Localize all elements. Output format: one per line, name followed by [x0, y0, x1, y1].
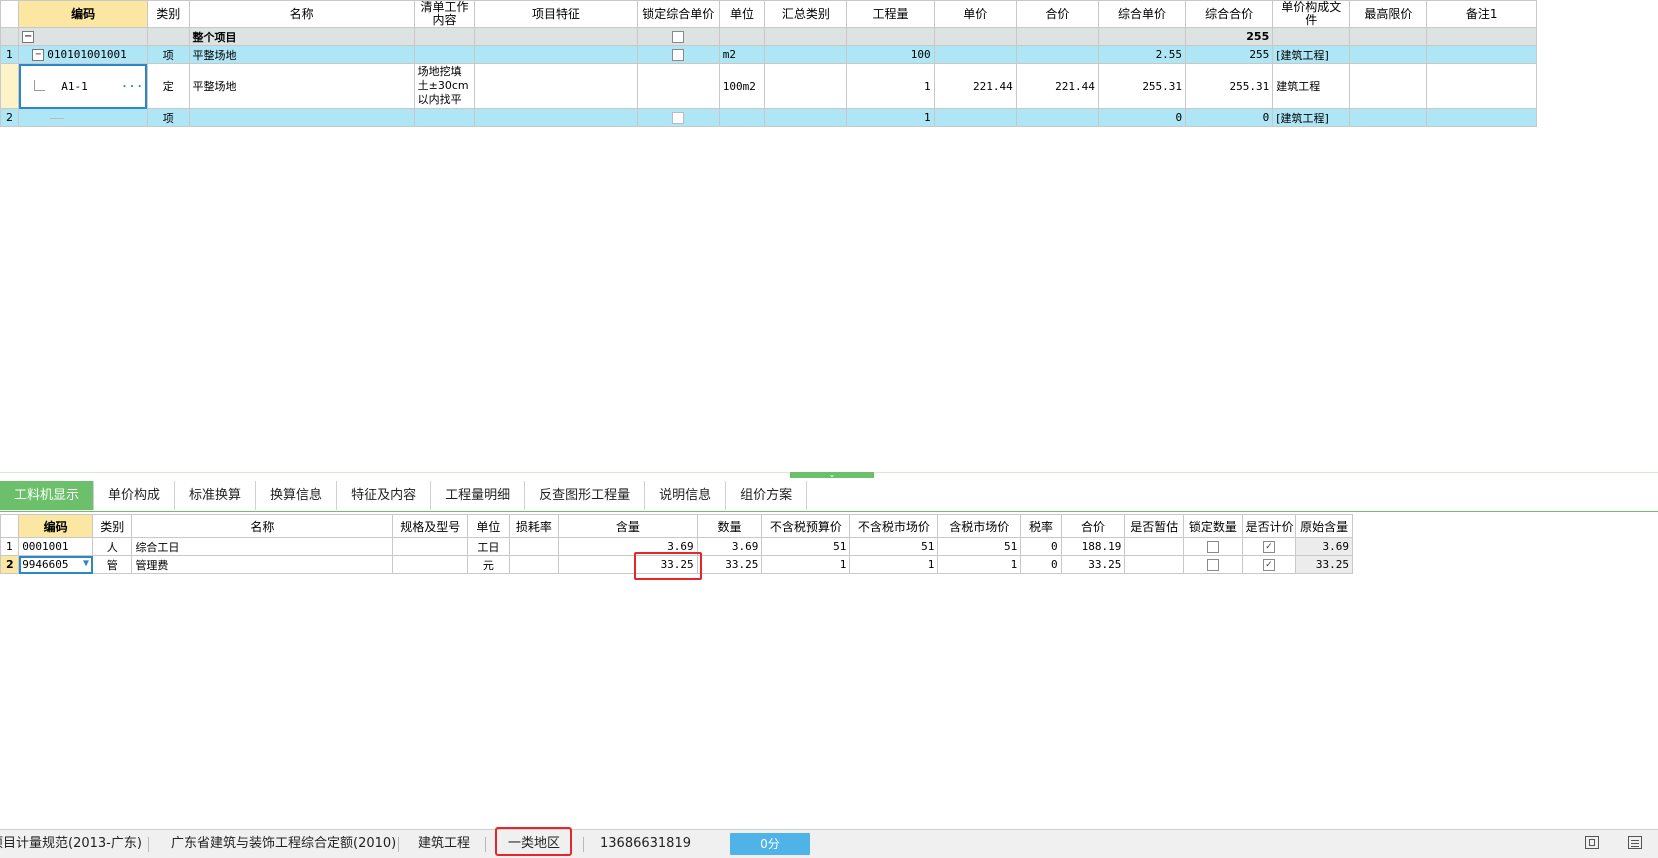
- col-type[interactable]: 类别: [146, 0, 190, 28]
- status-discipline[interactable]: 建筑工程: [418, 830, 470, 858]
- tab-conversion-info[interactable]: 换算信息: [256, 481, 338, 510]
- col-quantity[interactable]: 工程量: [846, 0, 935, 28]
- col-total[interactable]: 合价: [1015, 0, 1099, 28]
- tab-price-composition[interactable]: 单价构成: [94, 481, 176, 510]
- col-comp-total[interactable]: 综合合价: [1185, 0, 1274, 28]
- tab-standard-conversion[interactable]: 标准换算: [175, 481, 257, 510]
- priced-checkbox[interactable]: [1262, 559, 1275, 571]
- bill-items-grid: 编码 类别 名称 清单工作内容 项目特征 锁定综合单价 单位 汇总类别 工程量 …: [0, 0, 1537, 127]
- quota-code-cell[interactable]: A1-1 ···: [18, 63, 148, 109]
- status-phone: 13686631819: [600, 836, 691, 851]
- status-quota[interactable]: 广东省建筑与装饰工程综合定额(2010): [171, 830, 396, 858]
- lock-checkbox[interactable]: [672, 49, 685, 61]
- more-dots-icon[interactable]: ···: [121, 80, 144, 93]
- col-summary-type[interactable]: 汇总类别: [764, 0, 848, 28]
- col-features[interactable]: 项目特征: [474, 0, 638, 28]
- split-view-icon[interactable]: [1585, 836, 1599, 849]
- root-name: 整个项目: [188, 27, 415, 46]
- top-header-row: 编码 类别 名称 清单工作内容 项目特征 锁定综合单价 单位 汇总类别 工程量 …: [0, 0, 1537, 28]
- tab-graphic-quantity[interactable]: 反查图形工程量: [525, 481, 646, 510]
- tab-features-content[interactable]: 特征及内容: [337, 481, 432, 510]
- col-lock-price[interactable]: 锁定综合单价: [636, 0, 720, 28]
- status-score[interactable]: 0分: [730, 833, 810, 855]
- col-code[interactable]: 编码: [18, 514, 93, 538]
- col-tax-rate[interactable]: 税率: [1020, 514, 1062, 538]
- collapse-icon[interactable]: −: [32, 49, 45, 61]
- col-remark[interactable]: 备注1: [1426, 0, 1537, 28]
- col-budget-price[interactable]: 不含税预算价: [761, 514, 851, 538]
- priced-checkbox[interactable]: [1262, 541, 1275, 553]
- col-work-content[interactable]: 清单工作内容: [413, 0, 476, 28]
- col-price-file[interactable]: 单价构成文件: [1272, 0, 1351, 28]
- table-row[interactable]: 2 项 1 0 0 [建筑工程]: [0, 108, 1537, 127]
- col-unit[interactable]: 单位: [718, 0, 766, 28]
- lock-qty-checkbox[interactable]: [1206, 541, 1219, 553]
- root-total: 255: [1185, 27, 1274, 46]
- col-name[interactable]: 名称: [131, 514, 394, 538]
- grid-view-icon[interactable]: [1628, 836, 1642, 849]
- table-row[interactable]: 2 9946605 ▼ 管 管理费 元 33.25 33.25 1 1 1 0 3…: [0, 555, 1353, 574]
- col-content[interactable]: 含量: [558, 514, 698, 538]
- col-unit[interactable]: 单位: [467, 514, 510, 538]
- tab-material-machine[interactable]: 工料机显示: [0, 481, 95, 510]
- col-lock-qty[interactable]: 锁定数量: [1183, 514, 1243, 538]
- tab-quantity-detail[interactable]: 工程量明细: [431, 481, 526, 510]
- tree-line-icon: [50, 117, 65, 119]
- lock-checkbox[interactable]: [672, 31, 685, 43]
- col-type[interactable]: 类别: [91, 514, 133, 538]
- tab-description[interactable]: 说明信息: [645, 481, 727, 510]
- tab-pricing-scheme[interactable]: 组价方案: [726, 481, 808, 510]
- col-provisional[interactable]: 是否暂估: [1124, 514, 1185, 538]
- status-spec[interactable]: 项目计量规范(2013-广东): [0, 830, 142, 858]
- lock-checkbox[interactable]: [672, 112, 685, 124]
- col-priced[interactable]: 是否计价: [1241, 514, 1297, 538]
- collapse-icon[interactable]: −: [22, 31, 35, 43]
- col-tax-market-price[interactable]: 含税市场价: [937, 514, 1022, 538]
- table-row[interactable]: 1 −010101001001 项 平整场地 m2 100 2.55 255 […: [0, 45, 1537, 64]
- col-code[interactable]: 编码: [18, 0, 148, 28]
- col-spec[interactable]: 规格及型号: [392, 514, 469, 538]
- annotation-box-region: [495, 827, 572, 856]
- col-total[interactable]: 合价: [1060, 514, 1126, 538]
- lock-qty-checkbox[interactable]: [1206, 559, 1219, 571]
- item-code: 010101001001: [47, 48, 127, 61]
- col-unit-price[interactable]: 单价: [933, 0, 1017, 28]
- resource-grid: 编码 类别 名称 规格及型号 单位 损耗率 含量 数量 不含税预算价 不含税市场…: [0, 514, 1353, 574]
- col-quantity[interactable]: 数量: [696, 514, 763, 538]
- tree-line-icon: [34, 79, 46, 91]
- detail-tabs: 工料机显示 单价构成 标准换算 换算信息 特征及内容 工程量明细 反查图形工程量…: [0, 481, 1658, 512]
- splitter-grip-icon[interactable]: ⌄: [790, 471, 874, 479]
- bottom-header-row: 编码 类别 名称 规格及型号 单位 损耗率 含量 数量 不含税预算价 不含税市场…: [0, 514, 1353, 538]
- status-bar: 项目计量规范(2013-广东) 广东省建筑与装饰工程综合定额(2010) 建筑工…: [0, 827, 1658, 858]
- table-row-quota[interactable]: A1-1 ··· 定 平整场地 场地挖填土±30cm以内找平 100m2 1 22…: [0, 63, 1537, 109]
- col-comp-unit-price[interactable]: 综合单价: [1097, 0, 1187, 28]
- col-rownum: [0, 0, 20, 28]
- col-max-price[interactable]: 最高限价: [1349, 0, 1428, 28]
- table-row-root[interactable]: − 整个项目 255: [0, 27, 1537, 46]
- col-name[interactable]: 名称: [188, 0, 415, 28]
- col-loss-rate[interactable]: 损耗率: [508, 514, 560, 538]
- dropdown-arrow-icon[interactable]: ▼: [83, 558, 89, 569]
- content-cell-highlighted[interactable]: 33.25: [558, 555, 698, 574]
- col-market-price[interactable]: 不含税市场价: [849, 514, 939, 538]
- table-row[interactable]: 1 0001001 人 综合工日 工日 3.69 3.69 51 51 51 0…: [0, 537, 1353, 556]
- col-orig-content[interactable]: 原始含量: [1295, 514, 1353, 538]
